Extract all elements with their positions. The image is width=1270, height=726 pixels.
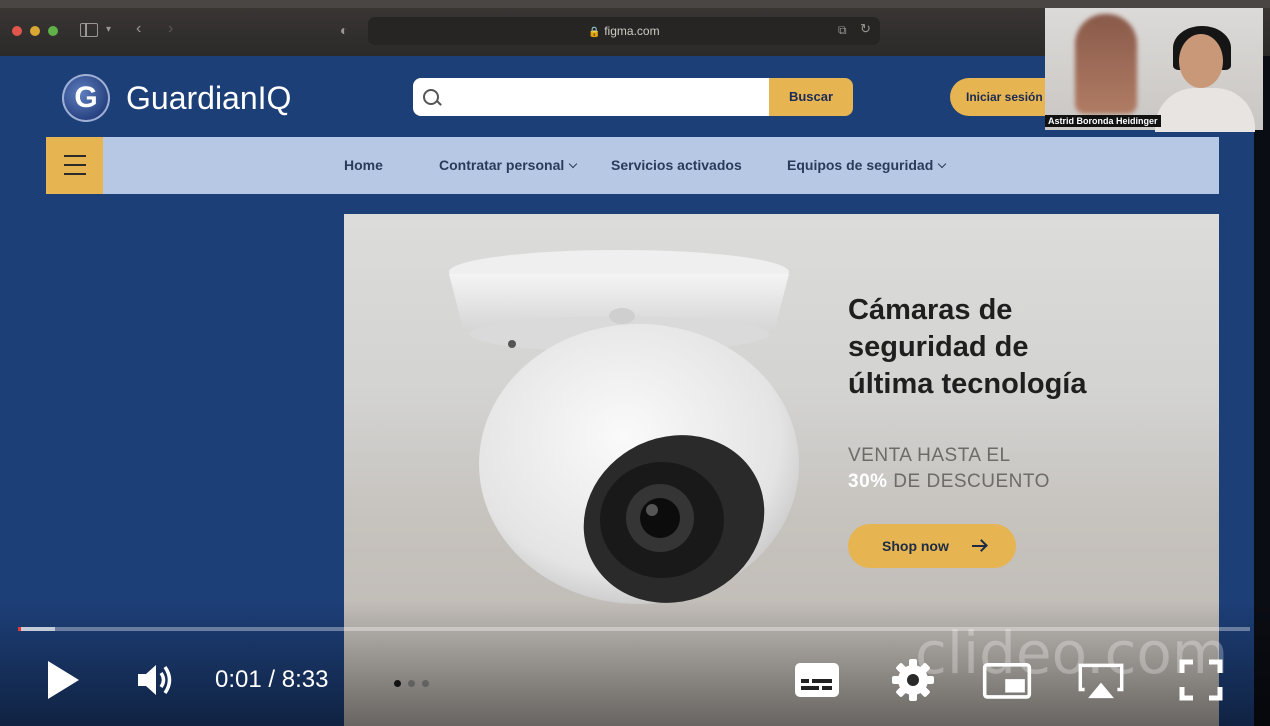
hero-subtitle-line: DE DESCUENTO <box>887 471 1050 492</box>
chevron-down-icon <box>938 159 947 169</box>
arrow-right-icon <box>972 545 986 547</box>
back-icon[interactable]: ‹ <box>136 21 141 37</box>
miniplayer-icon[interactable] <box>982 657 1032 703</box>
subtitles-icon[interactable] <box>792 657 842 703</box>
participant-face <box>1179 34 1223 88</box>
duration: 8:33 <box>281 666 329 693</box>
webcam-overlay: Astrid Boronda Heidinger <box>1045 8 1263 132</box>
nav-item-label: Servicios activados <box>611 157 742 173</box>
privacy-shield-icon[interactable]: ◐ <box>340 22 348 38</box>
minimize-window-button[interactable] <box>30 26 40 36</box>
forward-icon[interactable]: › <box>168 21 173 37</box>
search-icon <box>423 89 439 105</box>
time-separator: / <box>261 666 282 693</box>
settings-gear-icon[interactable] <box>888 657 938 703</box>
time-display: 0:01 / 8:33 <box>215 664 328 696</box>
participant-body <box>1155 88 1255 132</box>
search-button[interactable]: Buscar <box>769 78 853 116</box>
hero-title: Cámaras de seguridad de última tecnologí… <box>848 292 1188 403</box>
play-icon[interactable] <box>48 661 79 699</box>
fullscreen-icon[interactable] <box>1176 657 1226 703</box>
progress-buffered <box>18 627 55 631</box>
reload-icon[interactable]: ↻ <box>860 21 871 37</box>
main-navigation: Home Contratar personal Servicios activa… <box>46 137 1219 194</box>
nav-item-label: Home <box>344 157 383 173</box>
hamburger-menu-button[interactable] <box>46 137 103 194</box>
chevron-down-icon[interactable]: ▾ <box>106 22 111 38</box>
search-input[interactable] <box>413 78 769 116</box>
hero-subtitle: VENTA HASTA EL 30% DE DESCUENTO <box>848 443 1188 495</box>
hero-subtitle-line: VENTA HASTA EL <box>848 445 1011 466</box>
hero-title-line: seguridad de <box>848 331 1029 363</box>
progress-played <box>18 627 22 631</box>
nav-item-label: Contratar personal <box>439 157 565 173</box>
brand-name[interactable]: GuardianIQ <box>126 78 291 118</box>
shop-now-label: Shop now <box>882 538 949 554</box>
nav-item-label: Equipos de seguridad <box>787 157 934 173</box>
current-time: 0:01 <box>215 666 262 693</box>
hamburger-line-icon <box>64 173 86 175</box>
blurred-figure <box>1075 14 1137 114</box>
nav-item-home[interactable]: Home <box>344 137 383 194</box>
close-window-button[interactable] <box>12 26 22 36</box>
url-text: figma.com <box>604 24 660 38</box>
participant-name: Astrid Boronda Heidinger <box>1045 115 1161 127</box>
shop-now-button[interactable]: Shop now <box>848 524 1016 568</box>
airplay-icon[interactable] <box>1076 657 1126 703</box>
sidebar-toggle-icon[interactable] <box>80 23 98 37</box>
zoom-window-button[interactable] <box>48 26 58 36</box>
hero-title-line: Cámaras de <box>848 294 1013 326</box>
discount-highlight: 30% <box>848 471 888 492</box>
chevron-down-icon <box>569 159 578 169</box>
translate-icon[interactable]: ⧉ <box>838 22 847 38</box>
lock-icon: 🔒 <box>588 27 601 38</box>
nav-item-servicios-activados[interactable]: Servicios activados <box>611 137 742 194</box>
brand-logo[interactable]: G <box>62 74 110 122</box>
address-bar[interactable]: 🔒 figma.com <box>368 17 880 45</box>
progress-bar[interactable] <box>18 627 1250 631</box>
volume-icon[interactable] <box>136 661 176 699</box>
hero-title-line: última tecnología <box>848 368 1087 400</box>
nav-item-equipos-de-seguridad[interactable]: Equipos de seguridad <box>787 137 947 194</box>
nav-item-contratar-personal[interactable]: Contratar personal <box>439 137 578 194</box>
hamburger-line-icon <box>64 164 86 166</box>
logo-letter: G <box>74 81 98 114</box>
hamburger-line-icon <box>64 155 86 157</box>
window-top-edge <box>0 0 1270 8</box>
